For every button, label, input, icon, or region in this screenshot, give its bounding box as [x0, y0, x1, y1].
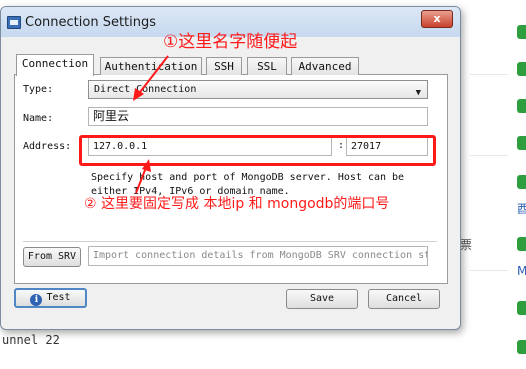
bg-text-char: M	[517, 264, 526, 278]
address-label: Address:	[23, 141, 72, 152]
name-label: Name:	[23, 113, 54, 124]
name-field[interactable]: 阿里云	[88, 107, 428, 126]
bg-divider	[470, 74, 510, 75]
bg-text-char: 酉	[517, 202, 526, 216]
type-select[interactable]: Direct Connection ▼	[88, 80, 428, 99]
tab-authentication[interactable]: Authentication	[100, 57, 202, 75]
tab-connection[interactable]: Connection	[16, 54, 94, 76]
save-button[interactable]: Save	[286, 289, 358, 309]
window-title: Connection Settings	[25, 15, 157, 30]
bg-terminal-text: unnel 22	[2, 333, 60, 347]
panel-separator	[23, 241, 437, 242]
bg-divider	[470, 155, 510, 156]
app-window-icon	[7, 16, 21, 29]
tab-ssl[interactable]: SSL	[247, 57, 287, 75]
cancel-button[interactable]: Cancel	[368, 289, 440, 309]
srv-connection-input[interactable]: Import connection details from MongoDB S…	[88, 246, 428, 266]
bg-green-icon	[517, 175, 526, 189]
type-select-value: Direct Connection	[94, 84, 197, 95]
bg-green-icon	[517, 340, 526, 354]
bg-divider	[470, 270, 510, 271]
test-button-label: Test	[46, 292, 71, 303]
bg-green-icon	[517, 25, 526, 39]
close-button[interactable]: x	[421, 10, 453, 28]
bg-green-icon	[517, 99, 526, 113]
address-hint-line1: Specify host and port of MongoDB server.…	[91, 172, 405, 183]
annotation-address-note: ② 这里要固定写成 本地ip 和 mongodb的端口号	[84, 196, 390, 212]
connection-settings-dialog: Connection Settings x Connection Authent…	[0, 6, 461, 330]
chevron-down-icon: ▼	[415, 88, 421, 98]
from-srv-button[interactable]: From SRV	[23, 247, 81, 267]
annotation-name-note: ①这里名字随便起	[163, 32, 298, 52]
type-label: Type:	[23, 84, 54, 95]
bg-text-char: 票	[460, 238, 473, 252]
address-highlight-box	[79, 135, 436, 166]
bg-green-icon	[517, 301, 526, 315]
tab-advanced[interactable]: Advanced	[291, 57, 359, 75]
bg-green-icon	[517, 237, 526, 251]
bg-green-icon	[517, 62, 526, 76]
info-icon: i	[30, 294, 43, 306]
test-button[interactable]: i Test	[14, 288, 87, 308]
tab-ssh[interactable]: SSH	[206, 57, 242, 75]
bg-green-icon	[517, 136, 526, 150]
